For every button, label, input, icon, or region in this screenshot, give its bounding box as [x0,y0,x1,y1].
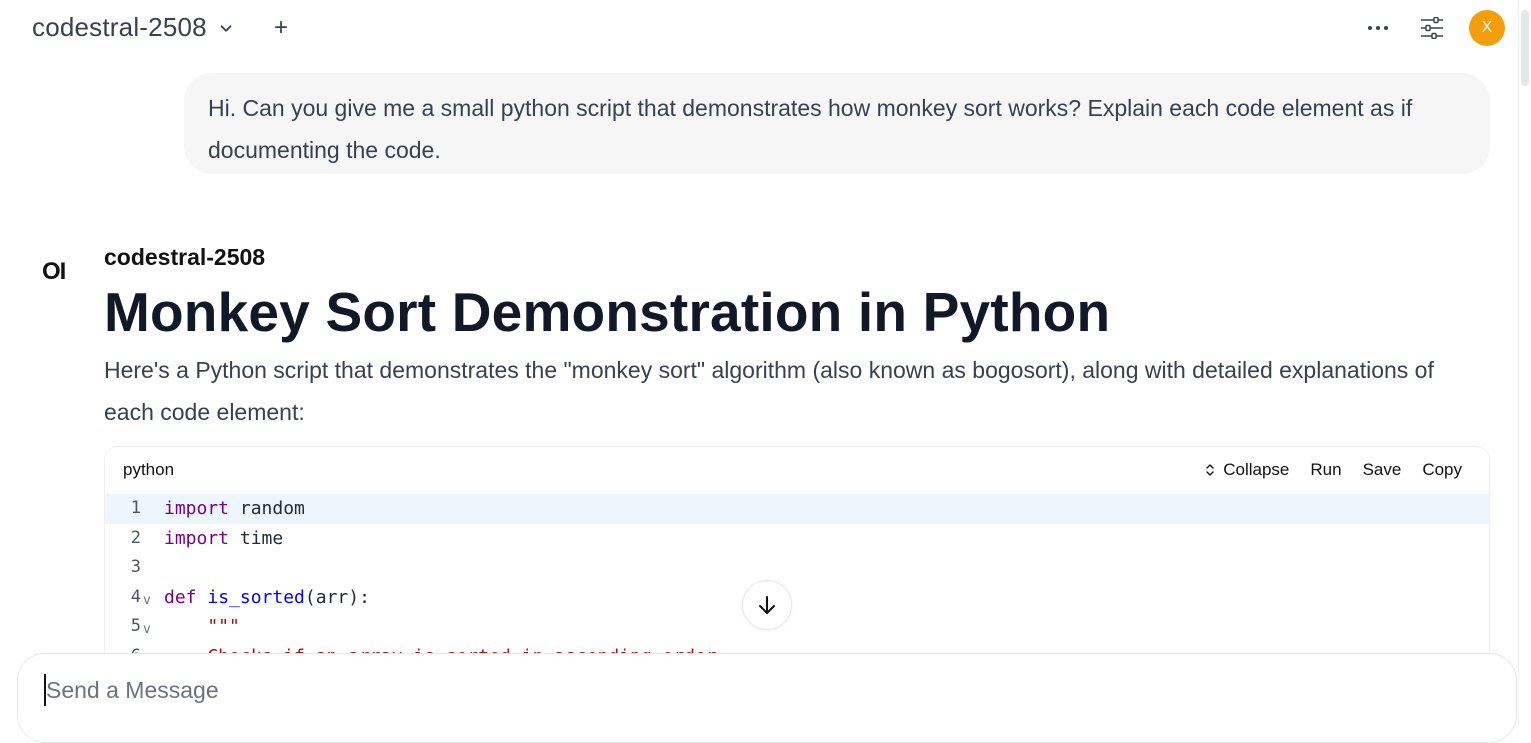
page-scrollbar[interactable] [1518,0,1531,726]
code-function-name: is_sorted [196,586,305,608]
chat-controls-button[interactable] [1415,11,1449,45]
arrow-down-icon [759,596,775,614]
line-number: 4 [130,586,141,607]
top-bar: codestral-2508 + X [0,0,1531,60]
user-message-bubble: Hi. Can you give me a small python scrip… [184,73,1490,174]
model-selector[interactable]: codestral-2508 [32,12,235,43]
code-string: """ [164,616,240,637]
scrollbar-thumb[interactable] [1521,10,1529,86]
code-text: time [229,527,284,549]
code-line: 3 [105,553,1489,583]
copy-button[interactable]: Copy [1422,460,1462,480]
code-line: 4 v def is_sorted(arr): [105,583,1489,613]
sliders-icon [1421,17,1443,39]
expand-collapse-icon [1206,464,1214,476]
code-block-header: python Collapse Run Save Copy [105,447,1489,493]
code-keyword: import [164,498,230,519]
response-heading: Monkey Sort Demonstration in Python [104,281,1111,343]
code-line: 5 v """ [105,612,1489,642]
code-editor[interactable]: 1 import random 2 import time 3 4 v def … [105,494,1489,671]
user-avatar[interactable]: X [1469,10,1505,46]
assistant-model-name: codestral-2508 [104,244,266,270]
collapse-button[interactable]: Collapse [1205,460,1289,480]
line-number: 5 [130,616,141,636]
new-chat-button[interactable]: + [274,16,288,40]
code-language-label: python [123,460,175,479]
code-line: 2 import time [105,524,1489,554]
message-composer [17,653,1517,743]
line-number: 3 [130,557,141,577]
code-line: 1 import random [105,494,1489,524]
model-selector-label: codestral-2508 [32,12,207,42]
ellipsis-icon [1368,26,1388,30]
chevron-down-icon [220,24,232,32]
fold-toggle-icon[interactable]: v [143,615,151,645]
assistant-logo: OI [42,258,66,285]
line-number: 2 [130,527,141,548]
more-options-button[interactable] [1361,11,1395,45]
code-keyword: import [164,527,230,549]
scroll-to-bottom-button[interactable] [742,580,792,630]
collapse-label: Collapse [1223,460,1290,479]
code-text: (arr): [304,586,370,608]
line-number: 1 [130,498,141,518]
fold-toggle-icon[interactable]: v [143,586,151,616]
message-input[interactable] [44,674,1448,706]
code-keyword: def [164,586,197,608]
response-intro: Here's a Python script that demonstrates… [104,357,1434,425]
code-text: random [229,498,305,519]
run-button[interactable]: Run [1310,460,1341,480]
save-button[interactable]: Save [1363,460,1402,480]
